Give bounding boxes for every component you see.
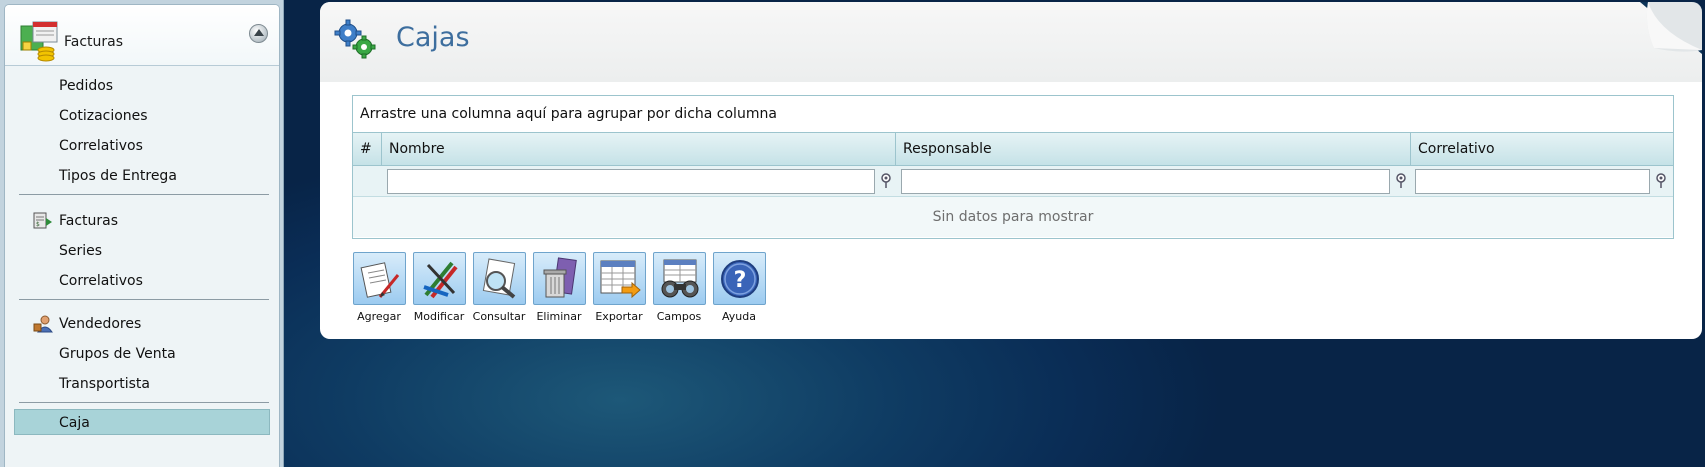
sidebar-item-label: Correlativos	[59, 273, 143, 289]
magnifier-icon	[482, 258, 515, 299]
sidebar-item-label: Grupos de Venta	[59, 346, 176, 362]
main-panel: Cajas Arrastre una columna aquí para agr…	[320, 2, 1702, 339]
consultar-button-frame	[472, 252, 526, 305]
exportar-button-frame	[592, 252, 646, 305]
grid-header: # Nombre Responsable Correlativo	[353, 133, 1673, 166]
gears-icon	[334, 19, 376, 59]
sellers-icon	[33, 315, 53, 333]
filter-icon[interactable]	[1654, 173, 1668, 189]
filter-correlativo-input[interactable]	[1415, 169, 1650, 194]
toolbar-label: Agregar	[357, 310, 401, 323]
sidebar-item-correlativos[interactable]: Correlativos	[15, 133, 271, 159]
svg-text:$: $	[36, 221, 40, 228]
sidebar-item-label: Tipos de Entrega	[59, 168, 177, 184]
sidebar-divider	[19, 194, 269, 195]
toolbar-label: Exportar	[595, 310, 643, 323]
ayuda-button[interactable]: ? Ayuda	[709, 252, 769, 323]
agregar-button-frame	[352, 252, 406, 305]
sidebar-item-label: Pedidos	[59, 78, 114, 94]
binoculars-icon	[661, 259, 698, 298]
filter-row	[353, 166, 1673, 197]
filter-icon[interactable]	[879, 173, 893, 189]
toolbar-label: Ayuda	[722, 310, 756, 323]
column-header-responsable[interactable]: Responsable	[896, 133, 1411, 166]
group-by-panel[interactable]: Arrastre una columna aquí para agrupar p…	[353, 96, 1673, 133]
sidebar-divider	[19, 402, 269, 403]
data-grid: Arrastre una columna aquí para agrupar p…	[352, 95, 1674, 239]
toolbar-label: Modificar	[413, 310, 465, 323]
campos-button-frame	[652, 252, 706, 305]
modificar-button-frame	[412, 252, 466, 305]
sidebar-item-label: Vendedores	[59, 316, 142, 332]
sidebar-item-cotizaciones[interactable]: Cotizaciones	[15, 103, 271, 129]
svg-text:?: ?	[733, 268, 746, 293]
ayuda-button-frame: ?	[712, 252, 766, 305]
sidebar-header[interactable]: Facturas	[5, 5, 279, 66]
spreadsheet-export-icon	[600, 260, 641, 299]
filter-icon[interactable]	[1394, 173, 1408, 189]
sidebar-item-label: Transportista	[59, 376, 150, 392]
sidebar-panel: Facturas Pedidos Cotizaciones Correlativ…	[4, 4, 280, 467]
empty-message: Sin datos para mostrar	[353, 197, 1673, 237]
sidebar-item-transportista[interactable]: Transportista	[15, 371, 271, 397]
invoice-icon: $	[33, 212, 52, 229]
column-header-nombre[interactable]: Nombre	[382, 133, 896, 166]
sidebar-header-title: Facturas	[64, 34, 124, 50]
page-title: Cajas	[396, 22, 470, 53]
eliminar-button[interactable]: Eliminar	[529, 252, 589, 323]
eliminar-button-frame	[532, 252, 586, 305]
sidebar-item-pedidos[interactable]: Pedidos	[15, 73, 271, 99]
sidebar-item-facturas[interactable]: $ Facturas	[15, 208, 271, 234]
sidebar-item-label: Cotizaciones	[59, 108, 148, 124]
agregar-button[interactable]: Agregar	[349, 252, 409, 323]
campos-button[interactable]: Campos	[649, 252, 709, 323]
consultar-button[interactable]: Consultar	[469, 252, 529, 323]
toolbar-label: Consultar	[472, 310, 526, 323]
page-header: Cajas	[320, 2, 1702, 82]
collapse-icon[interactable]	[249, 24, 268, 43]
filter-responsable-input[interactable]	[901, 169, 1390, 194]
trash-icon	[543, 257, 577, 298]
add-document-icon	[360, 262, 399, 298]
toolbar-label: Campos	[656, 310, 702, 323]
exportar-button[interactable]: Exportar	[589, 252, 649, 323]
action-toolbar: Agregar Modificar Consultar Eliminar Exp…	[352, 252, 852, 332]
sidebar-item-label: Facturas	[59, 213, 119, 229]
sidebar-item-label: Series	[59, 243, 103, 259]
modificar-button[interactable]: Modificar	[409, 252, 469, 323]
help-icon: ?	[720, 260, 759, 298]
page-curl	[1640, 2, 1702, 54]
sidebar-item-vendedores[interactable]: Vendedores	[15, 311, 271, 337]
toolbar-label: Eliminar	[536, 310, 582, 323]
column-header-correlativo[interactable]: Correlativo	[1411, 133, 1673, 166]
sidebar-item-label: Caja	[59, 415, 90, 431]
sidebar-divider	[19, 299, 269, 300]
edit-pencils-icon	[422, 261, 458, 299]
invoices-module-icon	[20, 21, 58, 62]
sidebar-item-label: Correlativos	[59, 138, 143, 154]
column-header-number[interactable]: #	[353, 133, 382, 166]
sidebar-item-tipos-de-entrega[interactable]: Tipos de Entrega	[15, 163, 271, 189]
sidebar-item-series[interactable]: Series	[15, 238, 271, 264]
filter-nombre-input[interactable]	[387, 169, 875, 194]
sidebar: Facturas Pedidos Cotizaciones Correlativ…	[0, 0, 284, 467]
sidebar-item-caja[interactable]: Caja	[14, 409, 270, 435]
sidebar-item-correlativos-facturas[interactable]: Correlativos	[15, 268, 271, 294]
sidebar-item-grupos-de-venta[interactable]: Grupos de Venta	[15, 341, 271, 367]
